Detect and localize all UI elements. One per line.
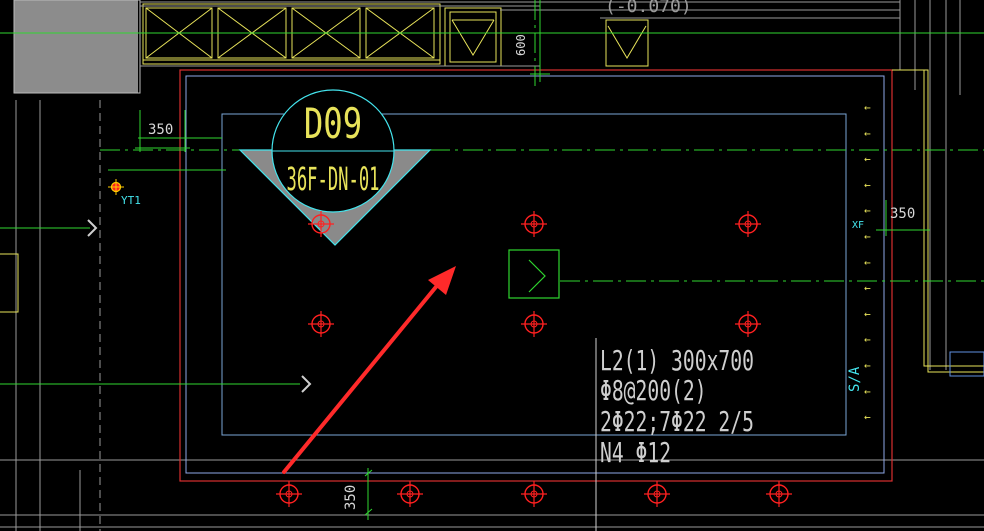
cad-drawing-canvas[interactable]: D09 36F-DN-01 YT1 ← ← ← ← ← ← ← ← ← ← ← ← ← 350 350 … bbox=[0, 0, 984, 531]
red-target-symbol bbox=[735, 211, 761, 237]
yellow-arrow-marker: ← bbox=[864, 359, 871, 372]
yellow-arrow-marker: ← bbox=[864, 204, 871, 217]
yellow-arrow-marker: ← bbox=[864, 307, 871, 320]
yellow-arrow-marker: ← bbox=[864, 282, 871, 295]
red-target-symbol bbox=[644, 481, 670, 507]
sa-label: S/A bbox=[847, 366, 863, 392]
red-target-symbol bbox=[276, 481, 302, 507]
yellow-arrow-marker: ← bbox=[864, 411, 871, 424]
red-target-symbol bbox=[766, 481, 792, 507]
green-section-symbol bbox=[508, 249, 560, 299]
red-target-symbol bbox=[308, 311, 334, 337]
yellow-arrow-marker: ← bbox=[864, 127, 871, 140]
background-gray-lines bbox=[0, 0, 984, 531]
red-annotation-arrow bbox=[282, 266, 456, 474]
yellow-arrow-marker: ← bbox=[864, 333, 871, 346]
red-target-symbol bbox=[521, 211, 547, 237]
beam-label-line4: N4 Φ12 bbox=[600, 437, 671, 469]
top-note: (-0.070) bbox=[605, 0, 692, 17]
left-chevron-lower bbox=[301, 375, 312, 393]
yellow-arrow-marker: ← bbox=[864, 256, 871, 269]
beam-label-line1: L2(1) 300x700 bbox=[600, 345, 754, 377]
gray-column-block bbox=[14, 0, 138, 93]
green-axis-lines bbox=[0, 0, 984, 520]
yellow-arrow-marker: ← bbox=[864, 101, 871, 114]
yellow-arrow-marker: ← bbox=[864, 178, 871, 191]
yellow-arrow-marker: ← bbox=[864, 385, 871, 398]
green-centerlines bbox=[100, 0, 984, 282]
dim-top: 600 bbox=[514, 34, 528, 56]
left-wall-outline bbox=[0, 253, 19, 313]
yt1-label: YT1 bbox=[121, 194, 141, 207]
dim-bottom: 350 bbox=[343, 485, 359, 510]
red-target-symbol bbox=[521, 481, 547, 507]
red-target-symbol bbox=[735, 311, 761, 337]
xf-label: XF bbox=[852, 220, 864, 231]
beam-label-line2: Φ8@200(2) bbox=[600, 375, 707, 407]
red-target-symbol bbox=[521, 311, 547, 337]
yellow-arrow-markers: ← ← ← ← ← ← ← ← ← ← ← ← ← bbox=[864, 101, 871, 424]
yellow-arrow-marker: ← bbox=[864, 153, 871, 166]
beam-label-line3: 2Φ22;7Φ22 2/5 bbox=[600, 406, 754, 438]
dim-right: 350 bbox=[890, 206, 915, 222]
cad-drawing: D09 36F-DN-01 YT1 ←←←←←←←←←←←←← 350 350 … bbox=[0, 0, 984, 531]
column-tag: D09 bbox=[304, 99, 362, 148]
column-code: 36F-DN-01 bbox=[287, 161, 380, 198]
dim-left: 350 bbox=[148, 122, 173, 138]
top-yellow-grid bbox=[142, 3, 649, 67]
yellow-arrow-marker: ← bbox=[864, 230, 871, 243]
yt1-marker bbox=[108, 179, 124, 195]
red-target-symbol bbox=[397, 481, 423, 507]
